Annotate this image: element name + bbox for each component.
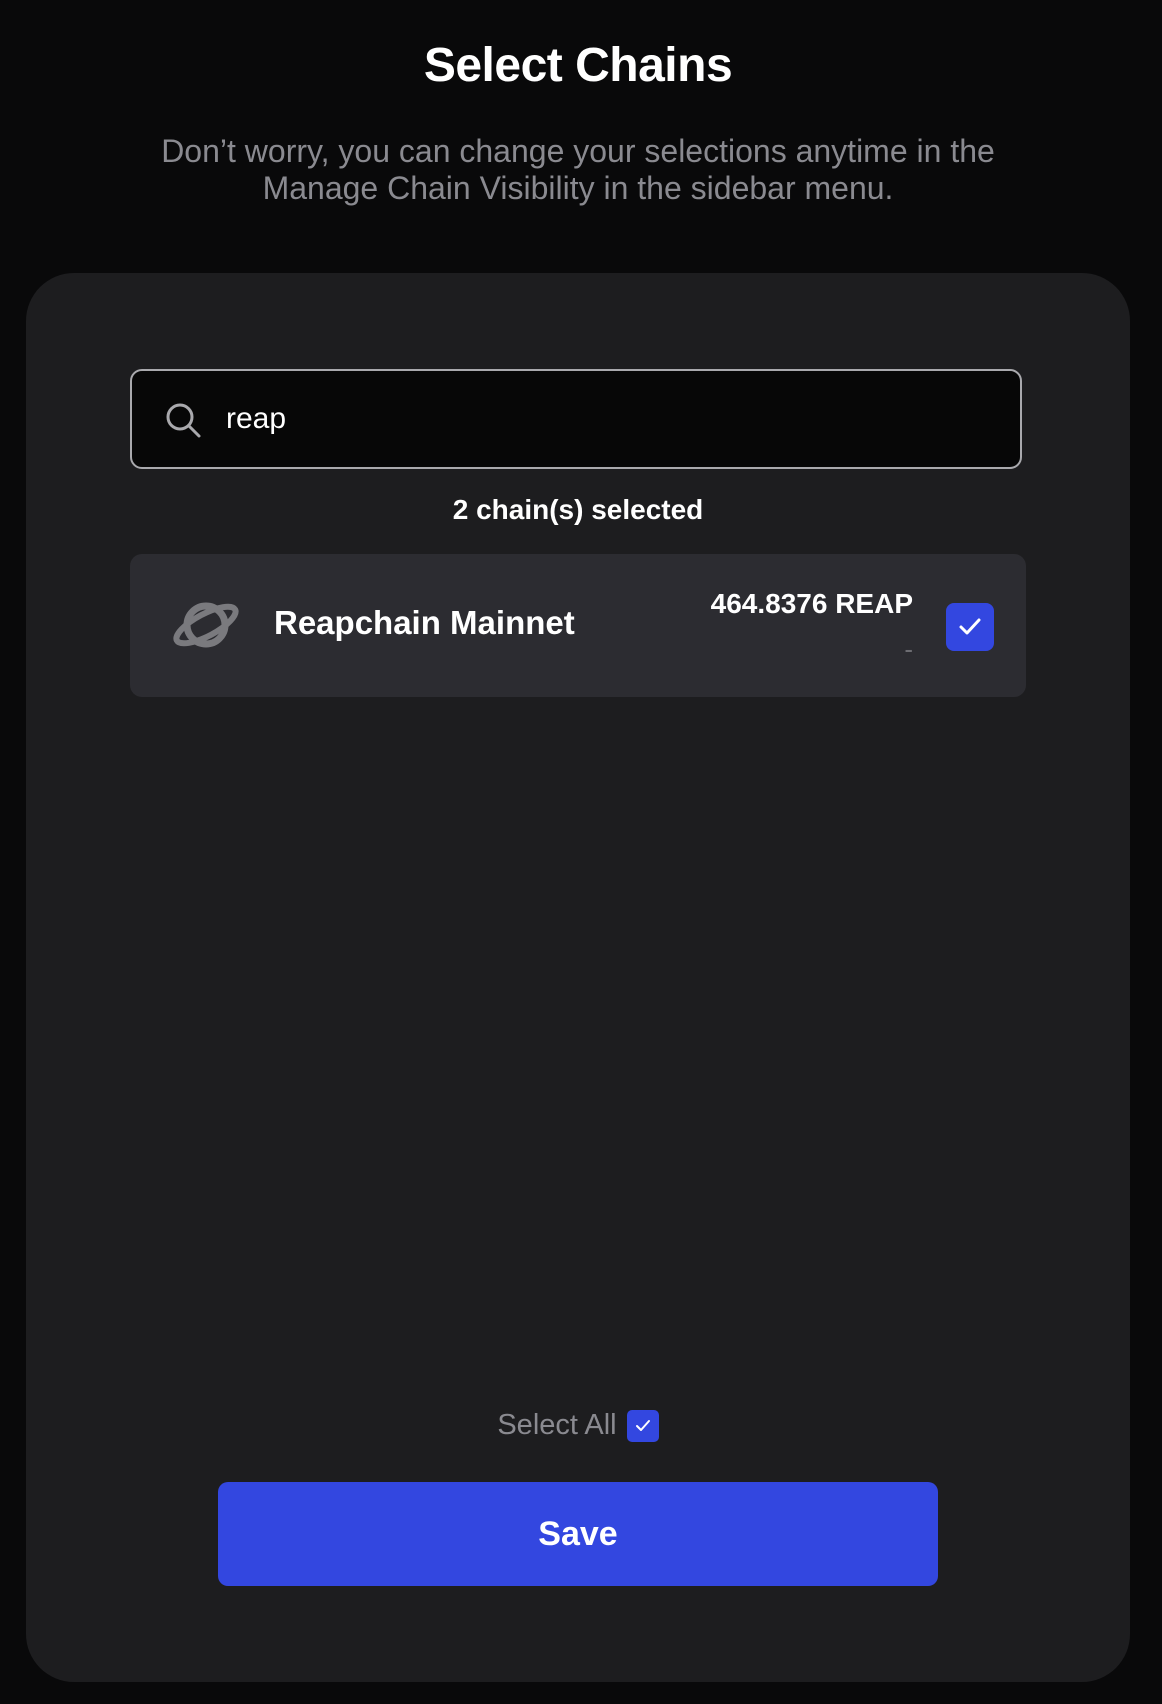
subtitle-line-1: Don’t worry, you can change your selecti… <box>161 133 995 169</box>
search-input[interactable] <box>226 393 986 445</box>
chain-selection-panel: 2 chain(s) selected Reapchain Mainnet 46… <box>26 273 1130 1682</box>
chain-name: Reapchain Mainnet <box>274 604 575 641</box>
check-icon <box>959 618 981 635</box>
save-button[interactable]: Save <box>218 1482 938 1586</box>
page-subtitle: Don’t worry, you can change your selecti… <box>100 133 1056 207</box>
chain-row-reapchain-mainnet[interactable]: Reapchain Mainnet 464.8376 REAP - <box>130 554 1026 697</box>
search-icon <box>164 401 202 439</box>
page-title: Select Chains <box>423 39 733 92</box>
select-all-checkbox[interactable] <box>626 1409 659 1442</box>
select-all-control[interactable]: Select All <box>26 1409 1130 1442</box>
chain-balance: 464.8376 REAP <box>710 588 913 619</box>
subtitle-line-2: Manage Chain Visibility in the sidebar m… <box>262 170 894 206</box>
check-icon <box>635 1419 650 1431</box>
selected-count: 2 chain(s) selected <box>452 494 704 525</box>
select-all-label: Select All <box>497 1409 617 1441</box>
chain-checkbox[interactable] <box>946 603 994 651</box>
chain-fiat-value: - <box>904 634 913 664</box>
search-box[interactable] <box>130 369 1022 469</box>
planet-icon <box>170 594 242 656</box>
